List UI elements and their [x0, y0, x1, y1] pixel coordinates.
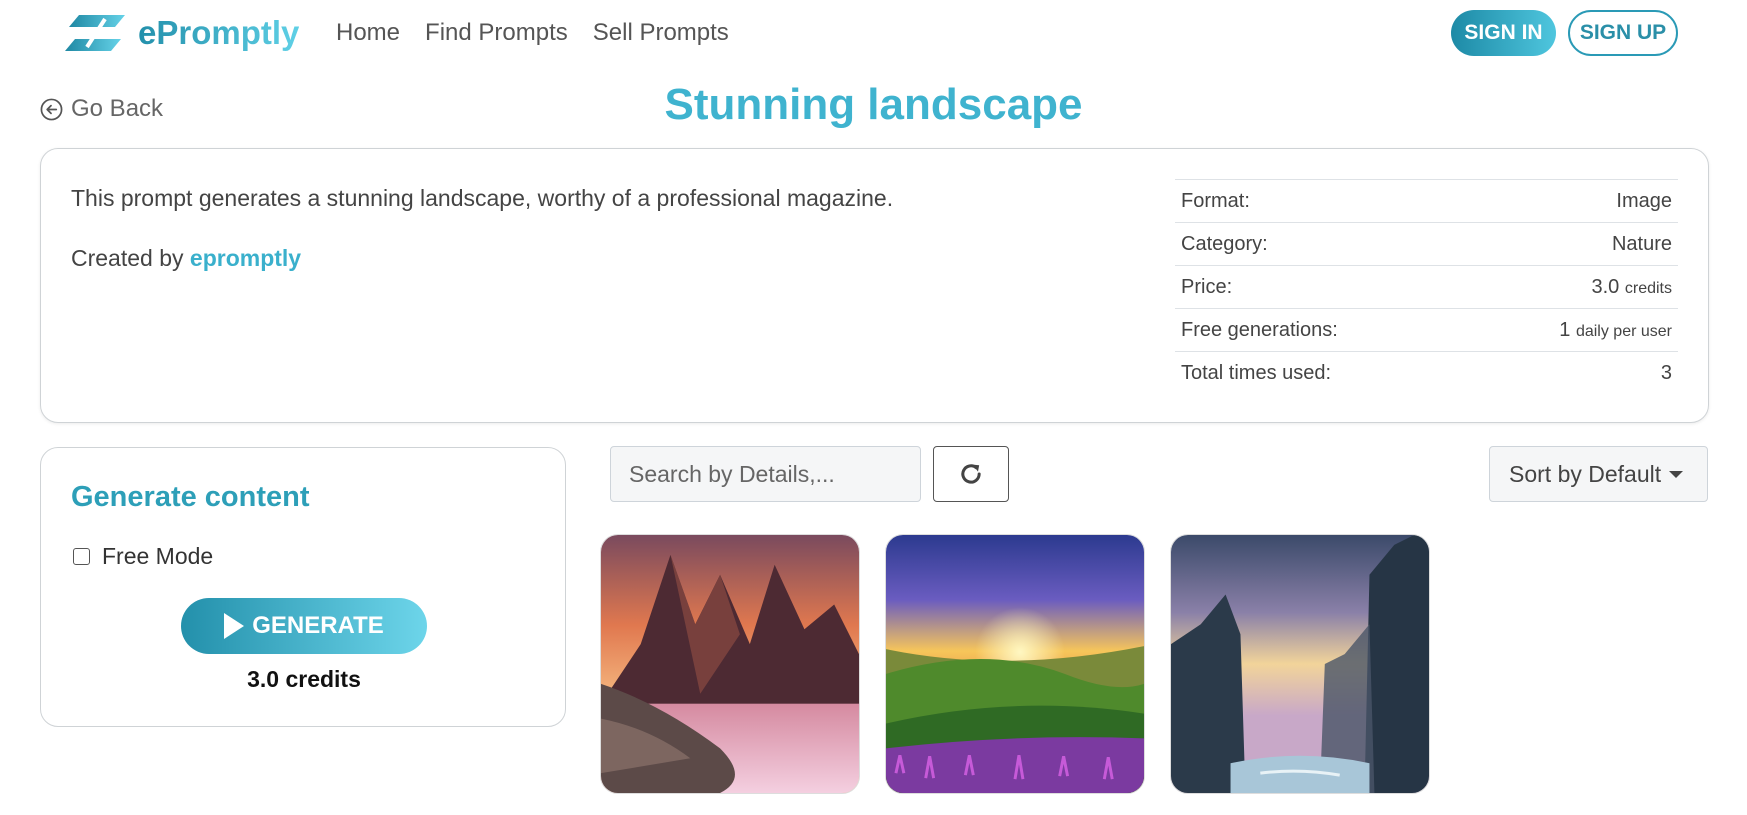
nav-find-prompts[interactable]: Find Prompts — [425, 19, 568, 47]
cliffs-landscape-image — [1171, 535, 1429, 793]
spec-label: Price: — [1175, 265, 1465, 309]
hills-landscape-image — [886, 535, 1144, 793]
search-input[interactable] — [610, 446, 921, 502]
created-by-prefix: Created by — [71, 245, 184, 271]
generate-card: Generate content Free Mode GENERATE 3.0 … — [40, 447, 566, 727]
refresh-icon — [961, 464, 981, 484]
go-back-label: Go Back — [71, 95, 164, 122]
spec-row-price: Price: 3.0 credits — [1175, 265, 1678, 309]
spec-value: Image — [1464, 179, 1678, 223]
generate-button-label: GENERATE — [252, 612, 384, 639]
nav-links: Home Find Prompts Sell Prompts — [336, 19, 729, 47]
generate-cost: 3.0 credits — [247, 666, 361, 692]
spec-value: 3 — [1464, 351, 1678, 395]
prompt-description: This prompt generates a stunning landsca… — [71, 185, 894, 211]
nav-home[interactable]: Home — [336, 19, 400, 47]
refresh-button[interactable] — [933, 446, 1009, 502]
caret-down-icon — [1669, 470, 1684, 478]
free-mode-checkbox[interactable] — [73, 548, 90, 565]
generate-title: Generate content — [71, 481, 310, 513]
spec-label: Total times used: — [1175, 351, 1465, 395]
prompt-info-card: This prompt generates a stunning landsca… — [40, 148, 1709, 423]
spec-row-format: Format: Image — [1175, 179, 1678, 223]
brand-name: ePromptly — [138, 14, 300, 51]
sign-up-button[interactable]: SIGN UP — [1568, 10, 1678, 56]
go-back-link[interactable]: Go Back — [40, 95, 163, 123]
sort-dropdown[interactable]: Sort by Default — [1489, 446, 1708, 502]
spec-value: 3.0 credits — [1464, 265, 1678, 309]
brand-logo[interactable]: ePromptly — [65, 13, 299, 53]
gallery-image-mountain-sunset[interactable] — [600, 534, 860, 794]
play-icon — [224, 613, 245, 639]
spec-row-free-generations: Free generations: 1 daily per user — [1175, 308, 1678, 352]
created-by: Created by epromptly — [71, 245, 301, 272]
creator-link[interactable]: epromptly — [190, 245, 301, 271]
free-mode-label: Free Mode — [102, 543, 214, 569]
spec-value: 1 daily per user — [1464, 308, 1678, 352]
spec-label: Free generations: — [1175, 308, 1465, 352]
arrow-left-circle-icon — [40, 98, 63, 120]
navbar: ePromptly Home Find Prompts Sell Prompts… — [0, 0, 1747, 70]
auth-buttons: SIGN IN SIGN UP — [1451, 10, 1678, 56]
spec-row-category: Category: Nature — [1175, 222, 1678, 266]
spec-row-total-used: Total times used: 3 — [1175, 351, 1678, 395]
spec-table: Format: Image Category: Nature Price: 3.… — [1175, 179, 1678, 395]
sign-in-button[interactable]: SIGN IN — [1451, 10, 1556, 56]
gallery-image-hills-sunset[interactable] — [885, 534, 1145, 794]
gallery-image-rock-cliffs[interactable] — [1170, 534, 1430, 794]
mountain-landscape-image — [601, 535, 859, 793]
nav-sell-prompts[interactable]: Sell Prompts — [593, 19, 729, 47]
free-mode-toggle[interactable]: Free Mode — [73, 543, 213, 570]
spec-label: Format: — [1175, 179, 1465, 223]
logo-icon — [65, 15, 125, 51]
sort-label: Sort by Default — [1509, 460, 1662, 487]
generate-button[interactable]: GENERATE — [181, 598, 427, 654]
spec-label: Category: — [1175, 222, 1465, 266]
page-title: Stunning landscape — [664, 80, 1083, 129]
spec-value: Nature — [1464, 222, 1678, 266]
